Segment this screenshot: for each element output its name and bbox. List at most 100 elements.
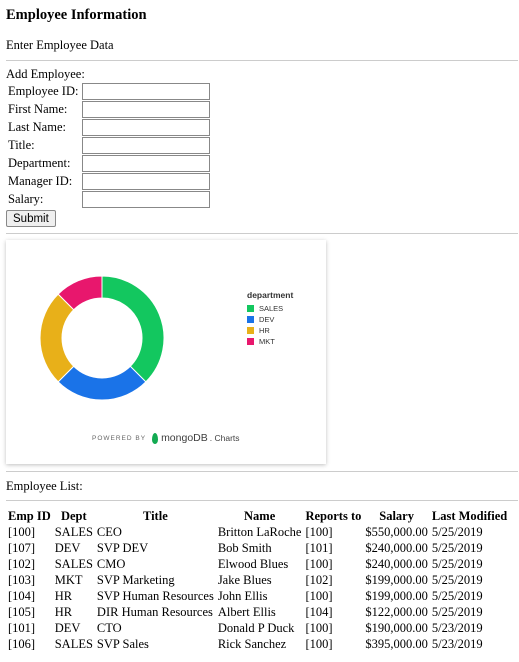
column-header: Name [244, 509, 276, 523]
table-cell: [100] [305, 620, 333, 635]
table-cell: SVP Sales [96, 636, 149, 651]
mongodb-leaf-icon [152, 432, 159, 444]
table-header-row: Emp ID Dept Title Name Reports to Salary… [6, 509, 509, 524]
table-cell: [102] [305, 572, 333, 587]
manager-id-input[interactable] [82, 172, 210, 190]
table-cell: DEV [54, 620, 81, 635]
table-cell: CTO [96, 620, 122, 635]
table-cell: Jake Blues [217, 572, 272, 587]
salary-input[interactable] [82, 190, 210, 208]
table-cell: MKT [54, 572, 83, 587]
legend-swatch-hr [247, 327, 254, 334]
submit-button[interactable]: Submit [6, 210, 56, 227]
table-cell: [104] [305, 604, 333, 619]
table-cell: 5/25/2019 [431, 604, 483, 619]
legend-item-sales: SALES [247, 303, 293, 314]
powered-by-mongodb-charts: POWERED BY mongoDB . Charts [92, 432, 240, 444]
table-cell: [100] [305, 556, 333, 571]
legend-label-dev: DEV [259, 315, 275, 324]
table-cell: $395,000.00 [365, 636, 428, 651]
employee-list-title: Employee List: [6, 479, 83, 493]
table-cell: 5/25/2019 [431, 588, 483, 603]
table-cell: SVP DEV [96, 540, 149, 555]
table-cell: [105] [8, 604, 36, 619]
table-cell: [103] [8, 572, 36, 587]
table-row: [103] MKT SVP Marketing Jake Blues [102] $199… [6, 572, 509, 588]
donut-slice-dev[interactable] [57, 365, 147, 401]
table-cell: $240,000.00 [365, 556, 428, 571]
table-cell: 5/25/2019 [431, 556, 483, 571]
employee-id-input[interactable] [82, 82, 210, 100]
title-input[interactable] [82, 136, 210, 154]
table-cell: 5/25/2019 [431, 540, 483, 555]
table-cell: [100] [8, 524, 36, 539]
form-row-salary: Salary: [6, 190, 210, 208]
table-cell: 5/23/2019 [431, 620, 483, 635]
form-row-manager-id: Manager ID: [6, 172, 210, 190]
legend-title: department [247, 290, 294, 300]
table-cell: [101] [8, 620, 36, 635]
legend-label-mkt: MKT [259, 337, 275, 346]
table-cell: Bob Smith [217, 540, 272, 555]
donut-slice-hr[interactable] [39, 293, 75, 383]
table-row: [105] HR DIR Human Resources Albert Ellis [1… [6, 604, 509, 620]
table-cell: [106] [8, 636, 36, 651]
table-cell: Donald P Duck [217, 620, 295, 635]
column-header: Reports to [305, 509, 362, 523]
form-row-first-name: First Name: [6, 100, 210, 118]
title-label: Title: [8, 137, 35, 152]
table-row: [100] SALES CEO Britton LaRoche [100] $550,00… [6, 524, 509, 540]
divider [6, 500, 518, 501]
table-cell: [104] [8, 588, 36, 603]
legend-label-hr: HR [259, 326, 270, 335]
table-cell: Rick Sanchez [217, 636, 287, 651]
legend-item-dev: DEV [247, 314, 293, 325]
divider [6, 471, 518, 472]
table-cell: [100] [305, 524, 333, 539]
manager-id-label: Manager ID: [8, 173, 73, 188]
form-row-title: Title: [6, 136, 210, 154]
table-cell: 5/25/2019 [431, 524, 483, 539]
first-name-input[interactable] [82, 100, 210, 118]
table-cell: [100] [305, 636, 333, 651]
charts-brand: . Charts [209, 433, 240, 443]
legend-label-sales: SALES [259, 304, 284, 313]
department-label: Department: [8, 155, 71, 170]
divider [6, 233, 518, 234]
table-cell: SVP Human Resources [96, 588, 214, 603]
department-chart-card: department SALES DEV HR MKT POWERED BY m… [6, 240, 326, 464]
column-header: Title [142, 509, 168, 523]
table-row: [104] HR SVP Human Resources John Ellis [100… [6, 588, 509, 604]
table-cell: HR [54, 604, 73, 619]
table-cell: [100] [305, 588, 333, 603]
legend-swatch-dev [247, 316, 254, 323]
last-name-input[interactable] [82, 118, 210, 136]
table-cell: Elwood Blues [217, 556, 289, 571]
legend-item-mkt: MKT [247, 336, 293, 347]
department-input[interactable] [82, 154, 210, 172]
table-cell: [107] [8, 540, 36, 555]
employee-id-label: Employee ID: [8, 83, 79, 98]
table-cell: 5/25/2019 [431, 572, 483, 587]
table-cell: SALES [54, 556, 93, 571]
chart-legend: department SALES DEV HR MKT [247, 290, 293, 347]
table-row: [102] SALES CMO Elwood Blues [100] $240,000.0… [6, 556, 509, 572]
table-cell: Britton LaRoche [217, 524, 302, 539]
divider [6, 60, 518, 61]
powered-by-text: POWERED BY [92, 434, 147, 442]
table-cell: $190,000.00 [365, 620, 428, 635]
table-row: [106] SALES SVP Sales Rick Sanchez [100] $395… [6, 636, 509, 652]
table-cell: HR [54, 588, 73, 603]
table-cell: $199,000.00 [365, 588, 428, 603]
table-cell: CEO [96, 524, 122, 539]
table-cell: John Ellis [217, 588, 268, 603]
table-cell: Albert Ellis [217, 604, 276, 619]
table-cell: SALES [54, 636, 93, 651]
column-header: Last Modified [431, 509, 508, 523]
table-cell: SVP Marketing [96, 572, 175, 587]
page-title: Employee Information [6, 7, 147, 23]
first-name-label: First Name: [8, 101, 68, 116]
legend-item-hr: HR [247, 325, 293, 336]
donut-slice-sales[interactable] [101, 275, 165, 383]
table-cell: $240,000.00 [365, 540, 428, 555]
